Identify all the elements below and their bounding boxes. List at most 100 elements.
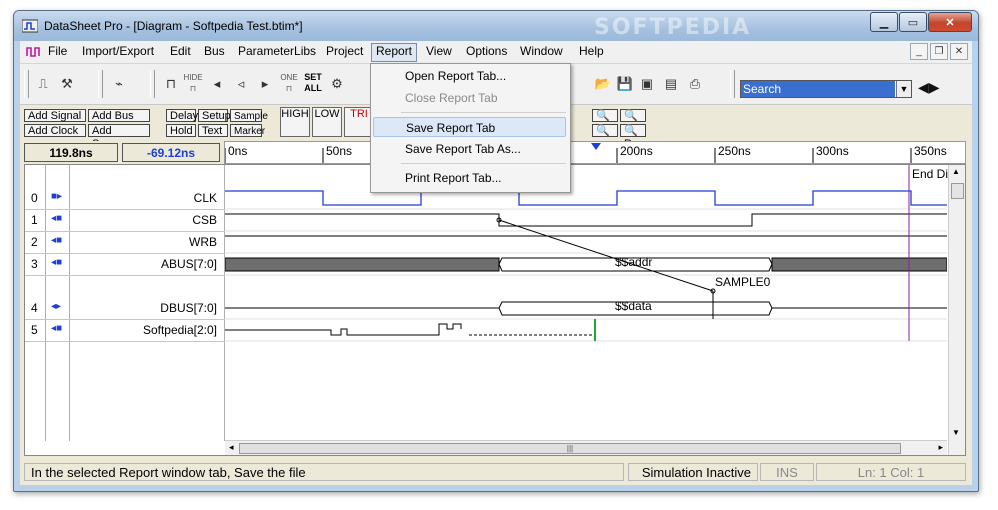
zoom-full-icon[interactable]: 🔍F bbox=[620, 109, 646, 135]
ole-icon[interactable]: ▤ bbox=[660, 72, 682, 96]
signal-name[interactable]: ABUS[7:0] bbox=[161, 257, 217, 271]
signal-row[interactable]: 0 ■▸ CLK bbox=[25, 165, 225, 210]
wave-edit-icon[interactable]: ⌁ bbox=[108, 72, 130, 96]
menu-item-print-report-tab[interactable]: Print Report Tab... bbox=[373, 168, 566, 188]
save-icon[interactable]: 💾 bbox=[614, 72, 636, 96]
zoom-in-icon[interactable]: 🔍+ bbox=[592, 109, 618, 135]
toolbar-grip[interactable] bbox=[24, 70, 29, 98]
cursor-marker-icon bbox=[591, 143, 601, 150]
minimize-button[interactable]: ▁ bbox=[870, 12, 898, 32]
tick-label: 350ns bbox=[914, 144, 947, 158]
text-button[interactable]: Text bbox=[198, 124, 228, 137]
delay-button[interactable]: Delay bbox=[166, 109, 198, 122]
waveform-canvas[interactable] bbox=[225, 165, 947, 441]
marker-button[interactable]: Marker bbox=[230, 124, 265, 137]
menu-item-close-report-tab[interactable]: Close Report Tab bbox=[373, 88, 566, 108]
scroll-down-icon[interactable]: ▼ bbox=[952, 428, 960, 437]
signal-index: 3 bbox=[31, 257, 38, 271]
menu-item-save-report-tab-as[interactable]: Save Report Tab As... bbox=[373, 139, 566, 159]
search-input[interactable] bbox=[741, 81, 895, 97]
signal-name[interactable]: DBUS[7:0] bbox=[160, 301, 217, 315]
dbus-wave bbox=[225, 301, 947, 316]
scroll-right-icon[interactable]: ▸ bbox=[938, 442, 943, 453]
maximize-button[interactable]: ▭ bbox=[899, 12, 927, 32]
menu-item-open-report-tab[interactable]: Open Report Tab... bbox=[373, 66, 566, 86]
close-icon: ✕ bbox=[954, 46, 964, 57]
toolbar-grip[interactable] bbox=[98, 70, 103, 98]
input-arrow-icon: ◂■ bbox=[51, 213, 63, 224]
hide-icon[interactable]: HIDE ⊓ bbox=[182, 72, 204, 96]
menu-window[interactable]: Window bbox=[516, 43, 567, 60]
add-bus-button[interactable]: Add Bus bbox=[88, 109, 150, 122]
chevron-down-icon[interactable]: ▼ bbox=[896, 81, 911, 97]
waveform-panel[interactable]: 0 ■▸ CLK 1 ◂■ CSB 2 ◂■ WRB 3 ◂■ ABUS[7:0… bbox=[24, 164, 966, 456]
search-box[interactable]: ▼ bbox=[740, 80, 912, 98]
signal-row[interactable]: 1 ◂■ CSB bbox=[25, 209, 225, 232]
add-clock-button[interactable]: Add Clock bbox=[24, 124, 86, 137]
shift-right-icon[interactable]: ▸ bbox=[254, 72, 276, 96]
menu-item-save-report-tab[interactable]: Save Report Tab bbox=[373, 117, 566, 137]
menu-bus[interactable]: Bus bbox=[200, 43, 229, 60]
vertical-scrollbar[interactable]: ▲ ▼ bbox=[948, 165, 965, 455]
signal-name[interactable]: CLK bbox=[194, 191, 217, 205]
high-button[interactable]: HIGH bbox=[280, 107, 310, 137]
add-spacer-button[interactable]: Add Spacer bbox=[88, 124, 150, 150]
menu-edit[interactable]: Edit bbox=[166, 43, 195, 60]
signal-name[interactable]: WRB bbox=[189, 235, 217, 249]
menu-options[interactable]: Options bbox=[462, 43, 511, 60]
scroll-thumb[interactable]: ||| bbox=[239, 443, 901, 454]
toolbar-grip[interactable] bbox=[150, 70, 155, 98]
zoom-range-icon[interactable]: 🔍R bbox=[620, 124, 646, 150]
signal-row[interactable]: 5 ◂■ Softpedia[2:0] bbox=[25, 319, 225, 342]
print-icon[interactable]: ⎙ bbox=[684, 72, 706, 96]
one-icon[interactable]: ONE ⊓ bbox=[278, 72, 300, 96]
abus-wave bbox=[225, 257, 947, 272]
menu-help[interactable]: Help bbox=[575, 43, 608, 60]
hold-button[interactable]: Hold bbox=[166, 124, 196, 137]
menu-import-export[interactable]: Import/Export bbox=[78, 43, 158, 60]
menu-parameterlibs[interactable]: ParameterLibs bbox=[234, 43, 320, 60]
signal-row[interactable]: 4 ◂▸ DBUS[7:0] bbox=[25, 275, 225, 320]
menu-file[interactable]: File bbox=[44, 43, 71, 60]
zoom-out-icon[interactable]: 🔍− bbox=[592, 124, 618, 150]
cursor-position: Ln: 1 Col: 1 bbox=[816, 463, 966, 481]
scroll-thumb[interactable] bbox=[951, 183, 964, 199]
signal-index: 5 bbox=[31, 323, 38, 337]
mdi-minimize-button[interactable]: _ bbox=[910, 43, 928, 60]
sample-button[interactable]: Sample bbox=[230, 109, 268, 122]
setup-button[interactable]: Setup bbox=[198, 109, 231, 122]
set-all-button[interactable]: SET ALL bbox=[302, 72, 324, 96]
menu-project[interactable]: Project bbox=[322, 43, 367, 60]
scroll-left-icon[interactable]: ◂ bbox=[229, 442, 234, 453]
tools-icon[interactable]: ⚒ bbox=[56, 72, 78, 96]
report-menu-dropdown: Open Report Tab... Close Report Tab Save… bbox=[370, 63, 571, 193]
search-prev-next[interactable]: ◀▶ bbox=[918, 79, 940, 96]
document-icon bbox=[26, 47, 40, 57]
add-signal-button[interactable]: Add Signal bbox=[24, 109, 86, 122]
watermark: SOFTPEDIA bbox=[594, 15, 752, 40]
signal-row[interactable]: 3 ◂■ ABUS[7:0] bbox=[25, 253, 225, 276]
edge-icon[interactable]: ⊓ bbox=[160, 72, 182, 96]
horizontal-scrollbar[interactable]: ◂ ||| ▸ bbox=[225, 440, 947, 455]
title-bar[interactable]: DataSheet Pro - [Diagram - Softpedia Tes… bbox=[14, 11, 978, 41]
simulate-icon[interactable]: ⎍ bbox=[32, 72, 54, 96]
signal-name[interactable]: CSB bbox=[192, 213, 217, 227]
open-folder-icon[interactable]: 📂 bbox=[592, 72, 614, 96]
signal-name[interactable]: Softpedia[2:0] bbox=[143, 323, 217, 337]
close-button[interactable]: ✕ bbox=[928, 12, 972, 32]
clk-wave bbox=[225, 190, 947, 206]
cursor2-time: -69.12ns bbox=[122, 143, 220, 162]
low-button[interactable]: LOW bbox=[312, 107, 342, 137]
mdi-close-button[interactable]: ✕ bbox=[950, 43, 968, 60]
save-all-icon[interactable]: ▣ bbox=[636, 72, 658, 96]
scroll-up-icon[interactable]: ▲ bbox=[952, 167, 960, 176]
toolbar-grip[interactable] bbox=[730, 70, 735, 98]
shift-left-icon[interactable]: ◂ bbox=[206, 72, 228, 96]
signal-row[interactable]: 2 ◂■ WRB bbox=[25, 231, 225, 254]
menu-report[interactable]: Report bbox=[371, 43, 418, 62]
time-ruler[interactable]: 0ns 50ns 200ns 250ns 300ns 350ns bbox=[224, 141, 966, 164]
mdi-restore-button[interactable]: ❐ bbox=[930, 43, 948, 60]
wrench-icon[interactable]: ⚙ bbox=[326, 72, 348, 96]
menu-view[interactable]: View bbox=[422, 43, 456, 60]
shift-icon[interactable]: ◃ bbox=[230, 72, 252, 96]
